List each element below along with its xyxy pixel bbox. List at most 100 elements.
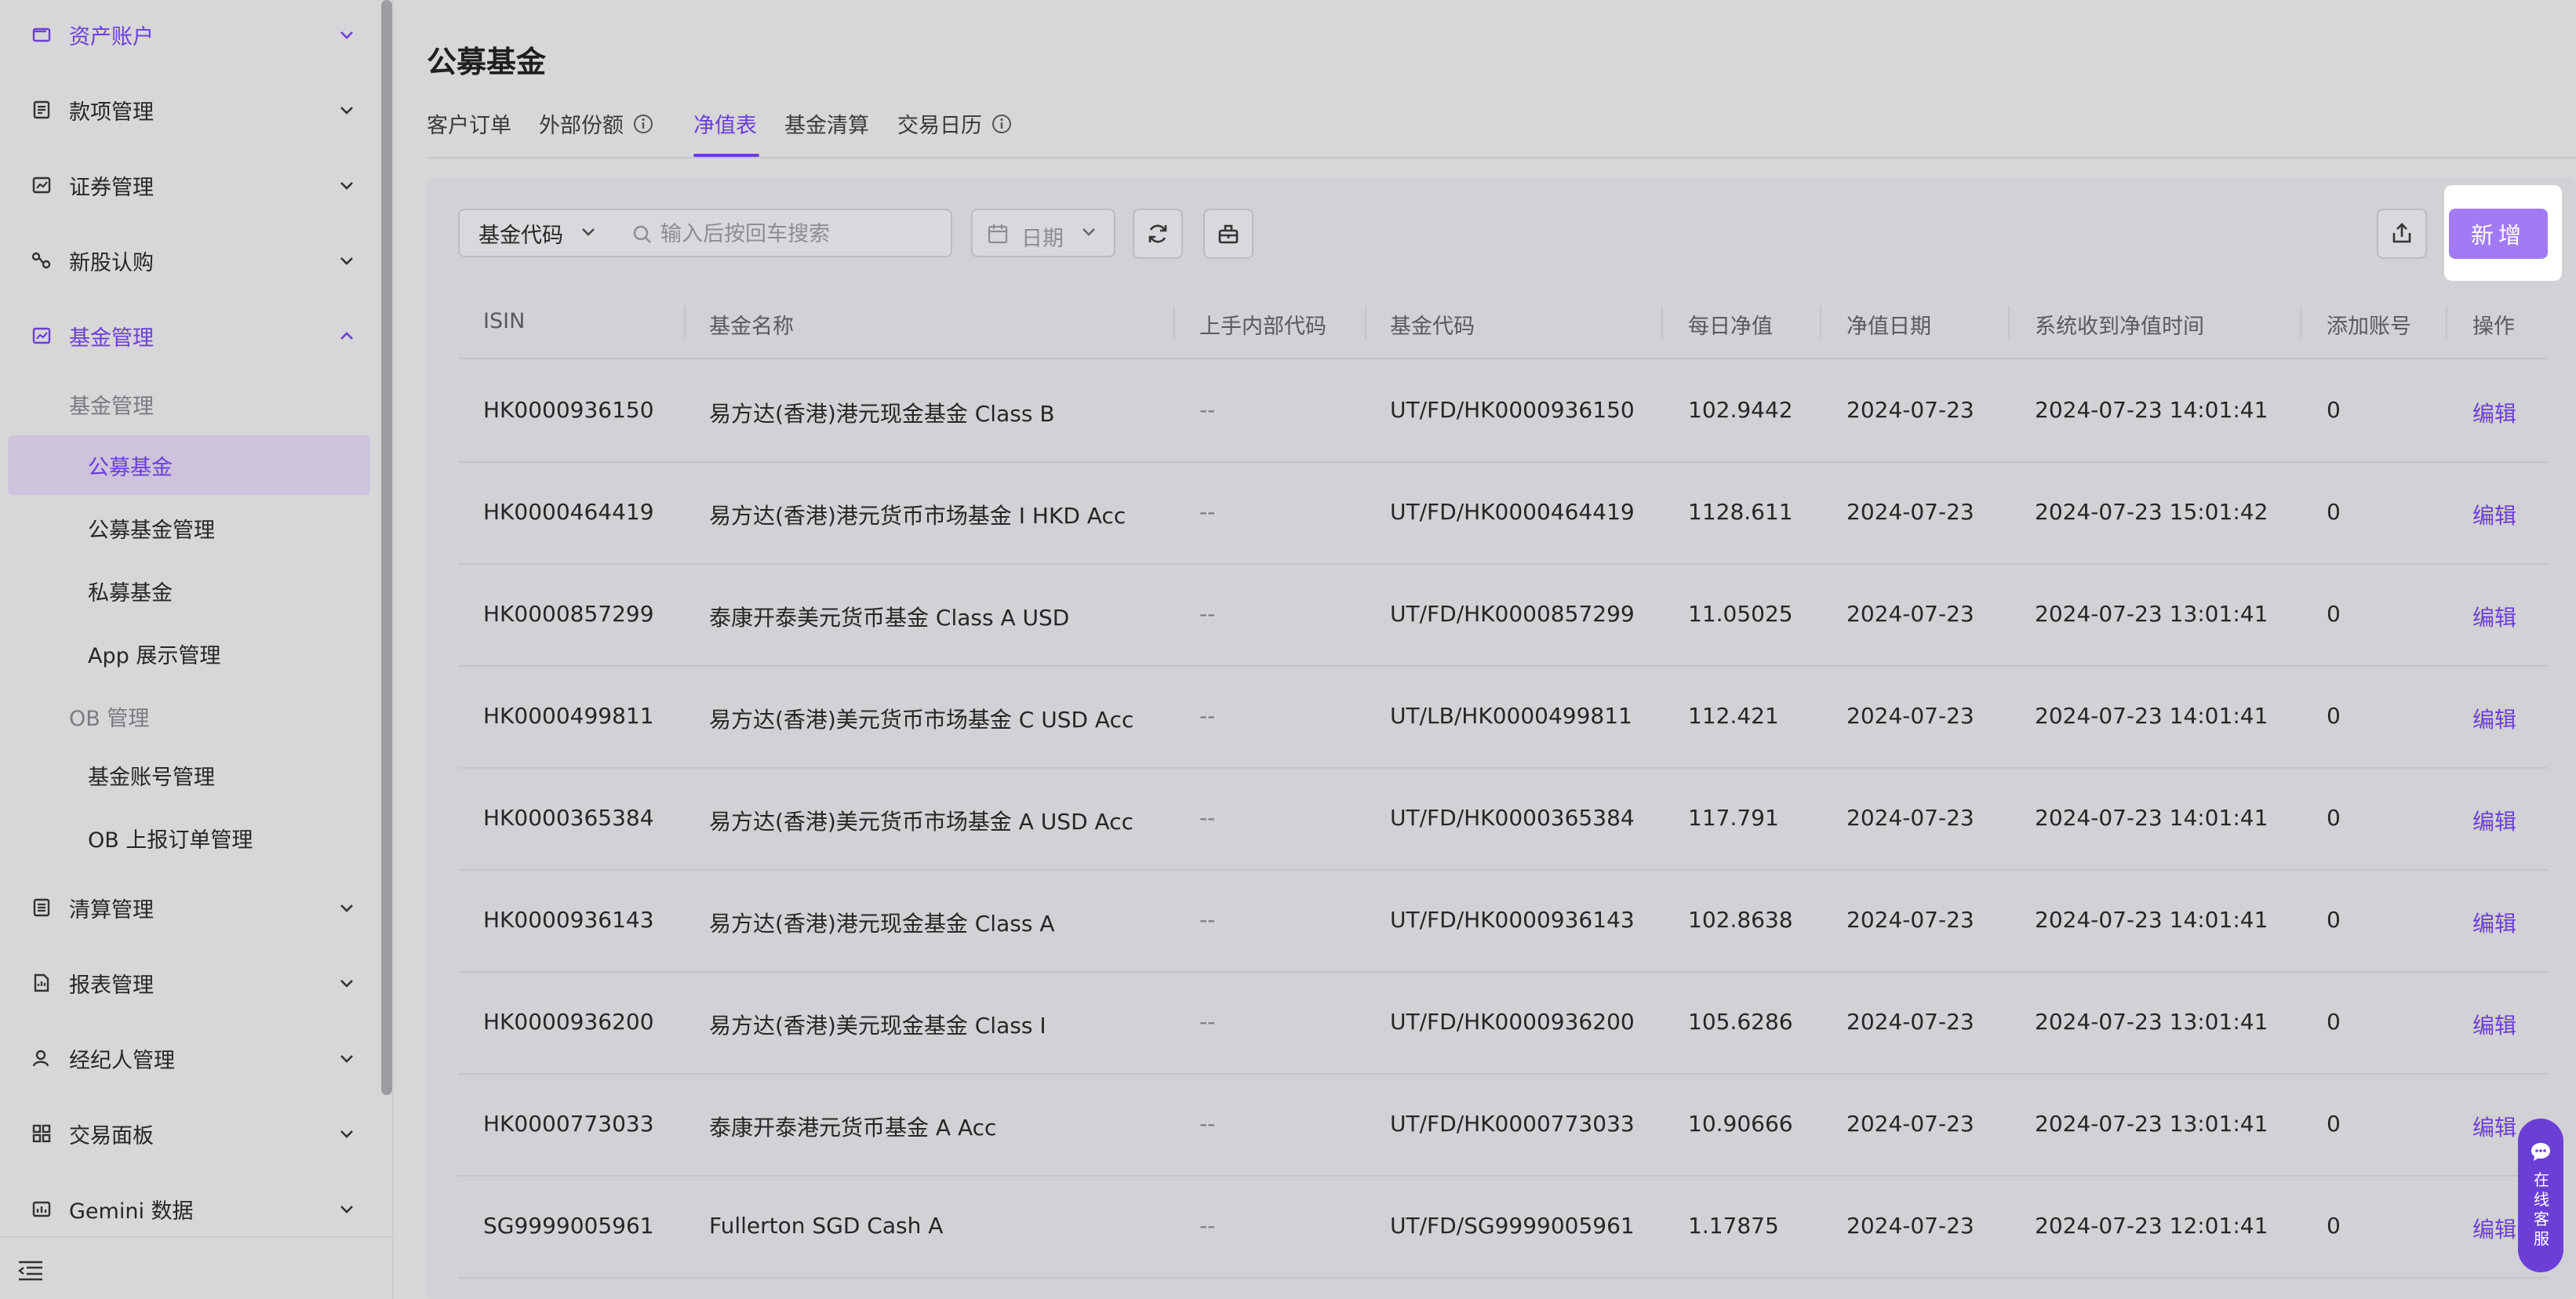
cell-upstream-code: --: [1199, 907, 1216, 933]
tab-external-shares[interactable]: 外部份额: [539, 108, 653, 139]
edit-link[interactable]: 编辑: [2472, 805, 2516, 836]
cell-nav-date: 2024-07-23: [1846, 397, 1974, 423]
field-select[interactable]: 基金代码: [458, 209, 613, 257]
cell-nav-date: 2024-07-23: [1846, 1009, 1974, 1035]
ipo-icon: [30, 249, 53, 272]
chevron-down-icon: [336, 972, 358, 994]
online-support-button[interactable]: 在线客服: [2518, 1119, 2563, 1272]
cell-fund-code: UT/FD/HK0000936200: [1390, 1009, 1635, 1035]
tab-nav-table[interactable]: 净值表: [693, 108, 757, 139]
clear-filters-button[interactable]: [1203, 209, 1253, 259]
sidebar-item-securities[interactable]: 证券管理: [0, 157, 380, 213]
chevron-down-icon: [336, 1047, 358, 1069]
cell-upstream-code: --: [1199, 1111, 1216, 1137]
column-divider: [2446, 306, 2447, 339]
chat-bubble-icon: [2531, 1143, 2550, 1161]
edit-link[interactable]: 编辑: [2472, 1009, 2516, 1040]
edit-link[interactable]: 编辑: [2472, 1111, 2516, 1142]
edit-link[interactable]: 编辑: [2472, 499, 2516, 530]
cell-fund-name: 易方达(香港)港元货币市场基金 I HKD Acc: [709, 503, 1126, 529]
cell-upstream-code: --: [1199, 1213, 1216, 1239]
export-icon: [2392, 223, 2411, 243]
info-icon[interactable]: [633, 114, 653, 134]
table-row: HK0000857299 泰康开泰美元货币基金 Class A USD -- U…: [458, 565, 2548, 667]
chevron-down-icon: [336, 174, 358, 196]
cell-nav-date: 2024-07-23: [1846, 805, 1974, 831]
cell-accounts: 0: [2327, 1111, 2341, 1137]
search-input[interactable]: [660, 216, 943, 251]
edit-link[interactable]: 编辑: [2472, 907, 2516, 938]
sidebar-scrollbar[interactable]: [381, 0, 392, 1095]
info-icon[interactable]: [991, 114, 1012, 134]
cell-daily-nav: 1.17875: [1688, 1213, 1779, 1239]
sidebar-item-public-fund-management[interactable]: 公募基金管理: [8, 498, 370, 558]
column-divider: [684, 306, 686, 339]
chevron-down-icon: [336, 1123, 358, 1144]
cell-received-time: 2024-07-23 13:01:41: [2035, 1111, 2269, 1137]
refresh-button[interactable]: [1133, 209, 1183, 259]
sidebar-item-ob-orders[interactable]: OB 上报订单管理: [8, 808, 370, 868]
sidebar-item-reports[interactable]: 报表管理: [0, 955, 380, 1011]
tab-bar: 客户订单 外部份额 净值表 基金清算 交易日历: [427, 102, 2576, 158]
chevron-down-icon: [336, 99, 358, 121]
sidebar-item-label: 经纪人管理: [69, 1048, 175, 1073]
cell-upstream-code: --: [1199, 1009, 1216, 1035]
chevron-down-icon: [336, 1198, 358, 1220]
cell-accounts: 0: [2327, 1009, 2341, 1035]
cell-received-time: 2024-07-23 14:01:41: [2035, 805, 2269, 831]
sidebar-item-private-fund[interactable]: 私募基金: [8, 561, 370, 620]
user-icon: [30, 1046, 53, 1070]
collapse-menu-icon[interactable]: [17, 1260, 44, 1282]
tab-customer-orders[interactable]: 客户订单: [427, 108, 511, 139]
sidebar-item-label: App 展示管理: [88, 643, 221, 668]
cell-fund-code: UT/FD/HK0000365384: [1390, 805, 1635, 831]
cell-isin: HK0000936200: [483, 1009, 654, 1035]
sidebar-item-public-fund[interactable]: 公募基金: [8, 435, 370, 495]
sidebar-item-label: 清算管理: [69, 897, 154, 922]
sidebar-item-clearing[interactable]: 清算管理: [0, 879, 380, 936]
edit-link[interactable]: 编辑: [2472, 601, 2516, 632]
sidebar-item-label: 基金管理: [69, 326, 154, 351]
tab-label: 净值表: [693, 114, 757, 138]
cell-received-time: 2024-07-23 12:01:41: [2035, 1213, 2269, 1239]
sidebar-item-app-display[interactable]: App 展示管理: [8, 624, 370, 683]
cell-isin: HK0000464419: [483, 499, 654, 525]
sidebar-item-label: 私募基金: [88, 580, 173, 606]
export-button[interactable]: [2377, 209, 2427, 259]
edit-link[interactable]: 编辑: [2472, 1213, 2516, 1244]
date-placeholder: 日期: [1021, 227, 1064, 251]
cell-upstream-code: --: [1199, 703, 1216, 729]
cell-accounts: 0: [2327, 601, 2341, 627]
sidebar-item-fund-account[interactable]: 基金账号管理: [8, 745, 370, 805]
sidebar-item-label: 基金账号管理: [88, 765, 215, 790]
sidebar-item-fund-management[interactable]: 基金管理: [0, 307, 380, 364]
sidebar-item-brokers[interactable]: 经纪人管理: [0, 1030, 380, 1086]
sidebar-item-ipo[interactable]: 新股认购: [0, 232, 380, 289]
fund-icon: [30, 324, 53, 347]
column-header: 上手内部代码: [1199, 315, 1326, 339]
tab-label: 客户订单: [427, 114, 511, 138]
sidebar-item-payments[interactable]: 款项管理: [0, 82, 380, 138]
tab-trading-calendar[interactable]: 交易日历: [897, 108, 1012, 139]
cell-daily-nav: 1128.611: [1688, 499, 1793, 525]
table-row: SG9999005961 Fullerton SGD Cash A -- UT/…: [458, 1177, 2548, 1279]
chevron-down-icon: [1082, 228, 1095, 236]
cell-accounts: 0: [2327, 805, 2341, 831]
date-picker[interactable]: 日期: [971, 209, 1115, 257]
cell-fund-code: UT/FD/HK0000857299: [1390, 601, 1635, 627]
cell-fund-name: 易方达(香港)港元现金基金 Class B: [709, 401, 1055, 427]
cell-accounts: 0: [2327, 499, 2341, 525]
edit-link[interactable]: 编辑: [2472, 397, 2516, 428]
cell-isin: HK0000773033: [483, 1111, 654, 1137]
tab-fund-clearing[interactable]: 基金清算: [784, 108, 869, 139]
ledger-icon: [30, 98, 53, 122]
cell-fund-code: UT/FD/HK0000464419: [1390, 499, 1635, 525]
sidebar-item-asset-account[interactable]: 资产账户: [0, 6, 380, 63]
edit-link[interactable]: 编辑: [2472, 703, 2516, 734]
sidebar-group-fund: 基金管理: [69, 395, 154, 419]
sidebar-item-gemini-data[interactable]: Gemini 数据: [0, 1181, 380, 1237]
column-header: 添加账号: [2327, 315, 2411, 339]
add-button[interactable]: 新增: [2449, 209, 2548, 259]
sidebar-item-trading-panel[interactable]: 交易面板: [0, 1105, 380, 1162]
sidebar-item-label: 公募基金管理: [88, 518, 215, 543]
